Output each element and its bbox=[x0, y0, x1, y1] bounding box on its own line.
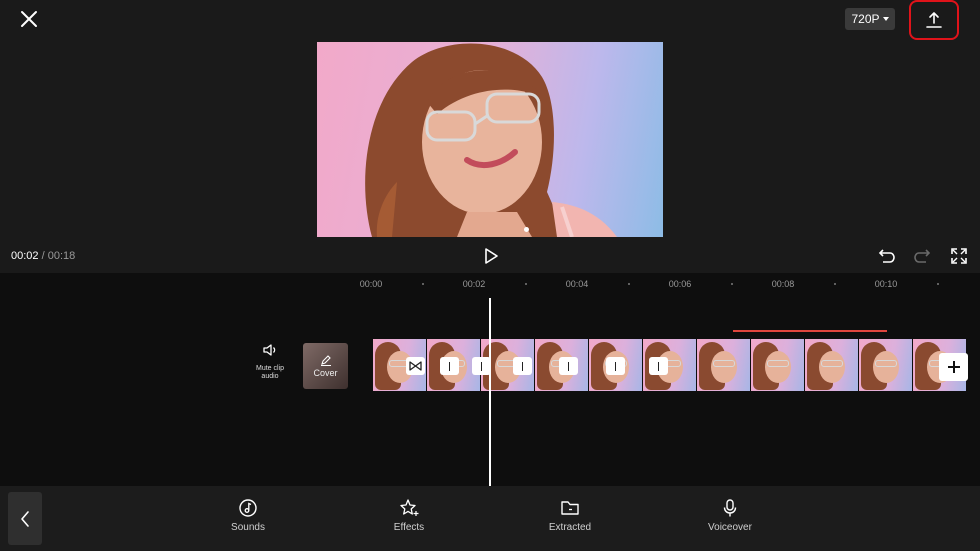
fullscreen-button[interactable] bbox=[950, 247, 968, 265]
add-clip-button[interactable] bbox=[939, 353, 968, 381]
transition-marker[interactable] bbox=[649, 357, 668, 375]
undo-icon bbox=[878, 249, 895, 263]
ruler-dot bbox=[525, 283, 527, 285]
transition-marker[interactable] bbox=[559, 357, 578, 375]
play-button[interactable] bbox=[482, 246, 500, 266]
transition-bar-icon bbox=[480, 361, 483, 371]
clip-frame-thumbnail bbox=[697, 339, 750, 391]
ruler-tick-label: 00:00 bbox=[359, 279, 383, 289]
star-sparkle-icon bbox=[400, 499, 419, 516]
effects-button[interactable]: Effects bbox=[374, 498, 444, 533]
pencil-icon bbox=[320, 355, 331, 366]
playhead[interactable] bbox=[489, 298, 491, 486]
thumbnail-face bbox=[819, 351, 845, 383]
transition-marker-active[interactable] bbox=[406, 357, 425, 375]
timeline-panel[interactable]: 00:00 00:02 00:04 00:06 00:08 00:10 Mute… bbox=[0, 273, 980, 486]
extracted-label: Extracted bbox=[548, 522, 592, 533]
clip-frame-thumbnail bbox=[805, 339, 858, 391]
undo-button[interactable] bbox=[876, 247, 896, 265]
plus-icon bbox=[947, 361, 960, 373]
export-upload-icon bbox=[926, 12, 942, 28]
ruler-tick-label: 00:10 bbox=[874, 279, 898, 289]
thumbnail-specs bbox=[713, 360, 735, 367]
clip-frame-thumbnail bbox=[751, 339, 804, 391]
chevron-left-icon bbox=[21, 510, 29, 527]
video-clip-track[interactable] bbox=[373, 339, 980, 391]
extracted-button[interactable]: Extracted bbox=[535, 498, 605, 533]
voiceover-button[interactable]: Voiceover bbox=[695, 498, 765, 533]
thumbnail-specs bbox=[821, 360, 843, 367]
transition-bar-icon bbox=[521, 361, 524, 371]
thumbnail-face bbox=[711, 351, 737, 383]
cover-label: Cover bbox=[313, 368, 338, 378]
transition-marker[interactable] bbox=[606, 357, 625, 375]
close-icon bbox=[21, 11, 37, 27]
ruler-dot bbox=[937, 283, 939, 285]
thumbnail-face bbox=[873, 351, 899, 383]
total-time: 00:18 bbox=[47, 250, 76, 262]
microphone-icon bbox=[723, 499, 737, 517]
folder-icon bbox=[561, 501, 579, 515]
transition-marker[interactable] bbox=[513, 357, 532, 375]
mute-clip-audio-button[interactable]: Mute clip audio bbox=[249, 343, 291, 389]
resolution-label: 720P bbox=[851, 12, 880, 26]
sounds-button[interactable]: Sounds bbox=[213, 498, 283, 533]
mute-clip-audio-label: Mute clip audio bbox=[255, 365, 284, 380]
resolution-selector[interactable]: 720P bbox=[845, 8, 895, 30]
bottom-toolbar: Sounds Effects Extracted Voiceover bbox=[0, 486, 980, 551]
editor-top-area: 720P 00:02 / 00:18 bbox=[0, 0, 980, 273]
cover-button[interactable]: Cover bbox=[303, 343, 348, 389]
redo-icon bbox=[914, 249, 931, 263]
ruler-dot bbox=[628, 283, 630, 285]
ruler-tick-label: 00:06 bbox=[668, 279, 692, 289]
thumbnail-specs bbox=[767, 360, 789, 367]
clip-frame-thumbnail bbox=[859, 339, 912, 391]
transition-bar-icon bbox=[567, 361, 570, 371]
audio-marker-line bbox=[733, 330, 887, 332]
transition-bar-icon bbox=[614, 361, 617, 371]
current-time: 00:02 bbox=[11, 250, 39, 262]
back-button[interactable] bbox=[8, 492, 42, 545]
speaker-icon bbox=[263, 344, 276, 356]
ruler-dot bbox=[834, 283, 836, 285]
voiceover-label: Voiceover bbox=[708, 522, 752, 533]
preview-handle[interactable] bbox=[524, 227, 529, 232]
ruler-tick-label: 00:08 bbox=[771, 279, 795, 289]
close-button[interactable] bbox=[16, 6, 42, 32]
music-note-icon bbox=[239, 499, 257, 517]
transition-bar-icon bbox=[657, 361, 660, 371]
redo-button[interactable] bbox=[913, 247, 933, 265]
fullscreen-icon bbox=[951, 248, 967, 264]
play-icon bbox=[485, 248, 498, 264]
bowtie-transition-icon bbox=[409, 361, 422, 371]
ruler-dot bbox=[422, 283, 424, 285]
effects-label: Effects bbox=[393, 522, 425, 533]
caret-down-icon bbox=[882, 17, 889, 21]
time-display: 00:02 / 00:18 bbox=[11, 250, 75, 262]
thumbnail-face bbox=[765, 351, 791, 383]
video-preview[interactable] bbox=[317, 42, 663, 237]
ruler-dot bbox=[731, 283, 733, 285]
transition-bar-icon bbox=[448, 361, 451, 371]
ruler-tick-label: 00:02 bbox=[462, 279, 486, 289]
thumbnail-specs bbox=[875, 360, 897, 367]
export-button[interactable] bbox=[909, 0, 959, 40]
time-separator: / bbox=[38, 250, 48, 262]
ruler-tick-label: 00:04 bbox=[565, 279, 589, 289]
preview-frame-image bbox=[365, 43, 617, 237]
sounds-label: Sounds bbox=[231, 522, 265, 533]
transition-marker[interactable] bbox=[440, 357, 459, 375]
